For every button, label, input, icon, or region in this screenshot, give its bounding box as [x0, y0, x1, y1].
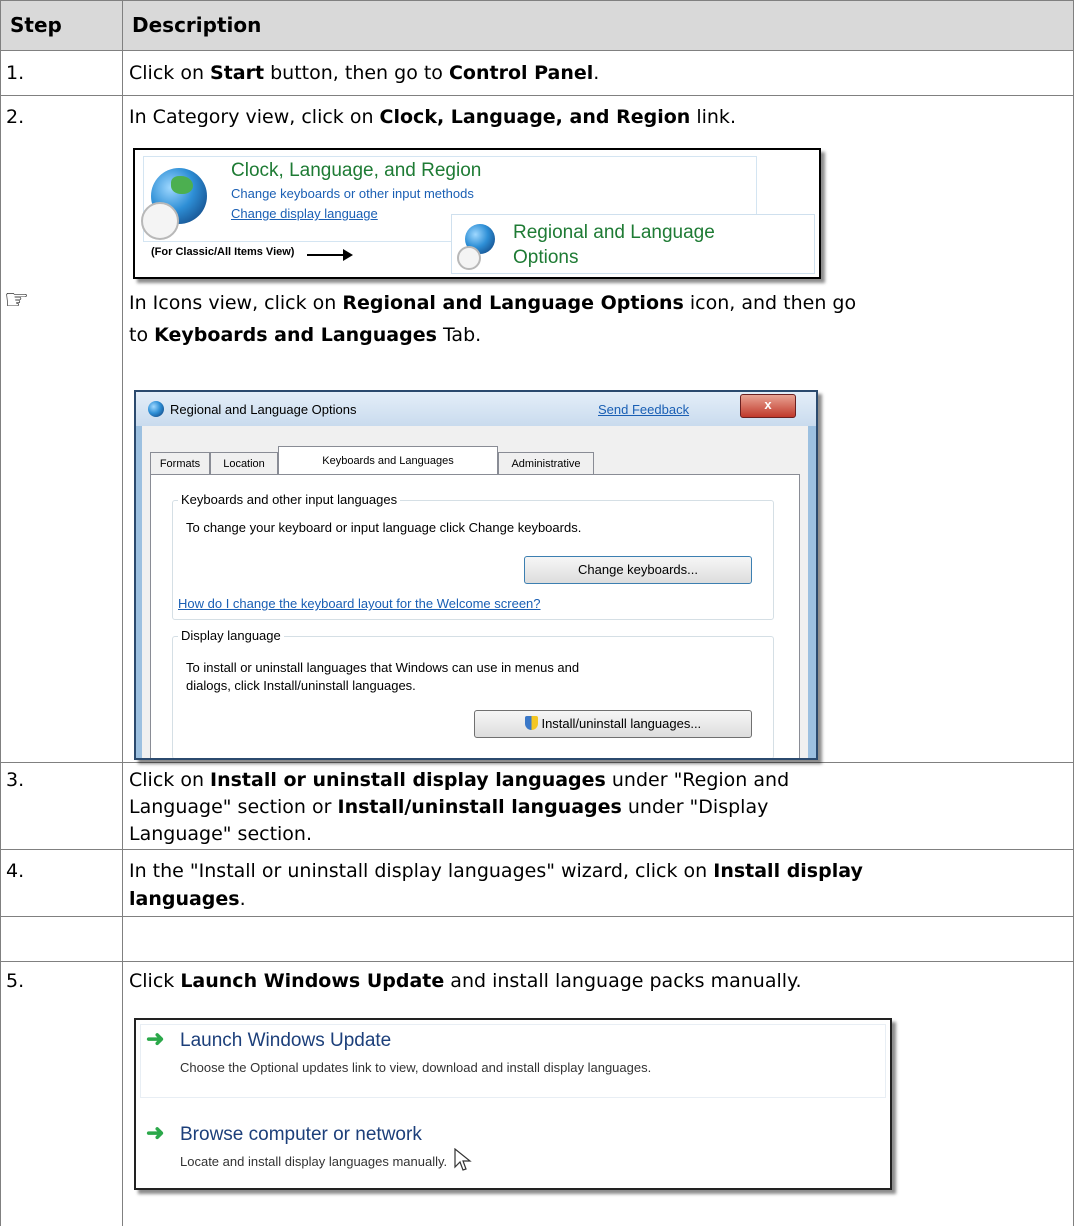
browse-computer-desc: Locate and install display languages man… — [180, 1154, 448, 1169]
header-step: Step — [10, 13, 62, 37]
step-description-line1: Click on Install or uninstall display la… — [129, 769, 790, 791]
note-text-line2: to Keyboards and Languages Tab. — [129, 324, 482, 346]
install-button-label: Install/uninstall languages... — [541, 716, 702, 731]
step-number: 5. — [6, 970, 25, 992]
arrow-head — [343, 249, 353, 261]
table-left-border — [0, 0, 1, 1226]
row-divider — [0, 50, 1074, 51]
step-number: 1. — [6, 62, 25, 84]
classic-view-label: (For Classic/All Items View) — [151, 246, 295, 258]
change-keyboards-button[interactable]: Change keyboards... — [524, 556, 752, 584]
change-keyboards-link[interactable]: Change keyboards or other input methods — [231, 186, 474, 201]
green-arrow-icon: ➜ — [146, 1026, 165, 1051]
header-description: Description — [132, 13, 262, 37]
step-number: 4. — [6, 860, 25, 882]
step-description: Click on Start button, then go to Contro… — [129, 62, 600, 84]
step-description: In Category view, click on Clock, Langua… — [129, 106, 736, 128]
row-divider — [0, 961, 1074, 962]
tab-formats[interactable]: Formats — [150, 452, 210, 475]
install-uninstall-languages-button[interactable]: Install/uninstall languages... — [474, 710, 752, 738]
tab-administrative[interactable]: Administrative — [498, 452, 594, 475]
clock-icon — [141, 202, 179, 240]
launch-update-desc: Choose the Optional updates link to view… — [180, 1060, 652, 1075]
send-feedback-link[interactable]: Send Feedback — [598, 402, 689, 417]
globe-land — [171, 176, 193, 194]
category-title: Clock, Language, and Region — [231, 160, 482, 181]
row-divider — [0, 762, 1074, 763]
tab-location[interactable]: Location — [210, 452, 278, 475]
green-arrow-icon: ➜ — [146, 1120, 165, 1145]
mouse-cursor-icon — [454, 1148, 472, 1171]
step-description-line2: Language" section or Install/uninstall l… — [129, 796, 769, 818]
uac-shield-icon — [524, 716, 538, 730]
regional-options-line2: Options — [513, 247, 579, 268]
small-clock-icon — [457, 246, 481, 270]
keyboards-group-legend: Keyboards and other input languages — [178, 492, 401, 507]
display-language-text-2: dialogs, click Install/uninstall languag… — [186, 678, 416, 693]
arrow-right-icon — [307, 254, 345, 256]
close-icon: x — [764, 397, 772, 412]
step-description-line2: languages. — [129, 888, 246, 910]
step-description-line3: Language" section. — [129, 823, 313, 845]
control-panel-screenshot: Clock, Language, and Region Change keybo… — [133, 148, 821, 279]
browse-computer-title: Browse computer or network — [180, 1124, 422, 1145]
change-display-language-link[interactable]: Change display language — [231, 206, 378, 221]
title-globe-icon — [148, 401, 164, 417]
close-button[interactable]: x — [740, 394, 796, 418]
row-divider — [0, 95, 1074, 96]
launch-update-title: Launch Windows Update — [180, 1030, 392, 1051]
note-text-line1: In Icons view, click on Regional and Lan… — [129, 292, 857, 314]
row-divider — [0, 916, 1074, 917]
step-description-line1: In the "Install or uninstall display lan… — [129, 860, 863, 882]
regional-options-line1: Regional and Language — [513, 222, 715, 243]
row-divider — [0, 849, 1074, 850]
step-number: 3. — [6, 769, 25, 791]
display-language-legend: Display language — [178, 628, 284, 643]
dialog-title: Regional and Language Options — [170, 402, 357, 417]
display-language-text-1: To install or uninstall languages that W… — [186, 660, 580, 675]
keyboards-group-text: To change your keyboard or input languag… — [186, 520, 582, 535]
table-column-divider — [122, 0, 123, 1226]
step-number: 2. — [6, 106, 25, 128]
tab-keyboards-and-languages[interactable]: Keyboards and Languages — [278, 446, 498, 476]
step-description: Click Launch Windows Update and install … — [129, 970, 802, 992]
install-options-screenshot: ➜ Launch Windows Update Choose the Optio… — [134, 1018, 892, 1190]
pointing-hand-icon: ☞ — [4, 283, 30, 316]
welcome-screen-link[interactable]: How do I change the keyboard layout for … — [178, 596, 541, 611]
regional-options-dialog: Regional and Language Options Send Feedb… — [134, 390, 818, 760]
display-language-group — [172, 636, 774, 758]
